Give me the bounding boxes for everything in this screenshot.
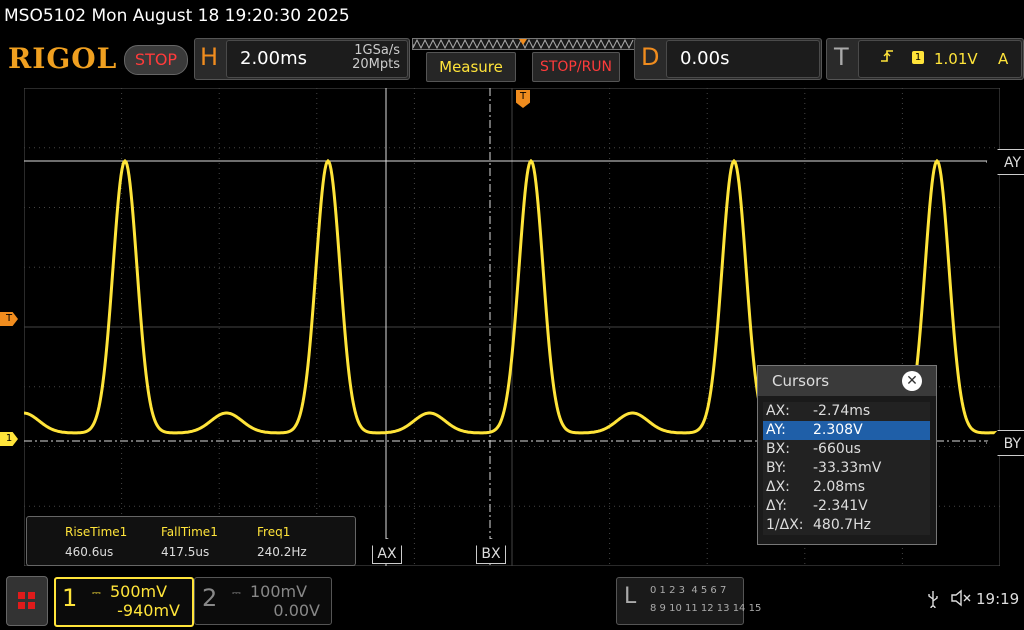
sample-rate: 1GSa/s: [354, 43, 400, 58]
cursor-row-value: 2.08ms: [813, 479, 866, 495]
cursor-row-by[interactable]: BY: -33.33mV: [763, 459, 930, 478]
cursor-row-key: AY:: [766, 422, 786, 438]
close-icon[interactable]: ✕: [902, 371, 922, 391]
cursor-row-key: AX:: [766, 403, 790, 419]
cursors-dialog-title: Cursors: [772, 372, 830, 390]
measure-value-falltime: 417.5us: [161, 545, 210, 559]
cursor-row-key: ΔX:: [766, 479, 790, 495]
trigger-mode: A: [998, 50, 1009, 68]
cursor-row-value: -2.341V: [813, 498, 868, 514]
channel1-scale: 500mV: [110, 582, 168, 601]
stop-run-button[interactable]: STOP/RUN: [532, 52, 620, 82]
cursor-row-key: ΔY:: [766, 498, 787, 514]
logic-channels-row1: 0 1 2 3 4 5 6 7: [650, 585, 727, 596]
menu-grid-icon[interactable]: [6, 576, 48, 626]
usb-icon: [926, 590, 940, 612]
time-scale-value: 2.00ms: [240, 48, 307, 69]
logic-channels-row2: 8 9 10 11 12 13 14 15: [650, 603, 762, 614]
measurement-panel[interactable]: RiseTime1 460.6us FallTime1 417.5us Freq…: [26, 516, 356, 566]
waveform-overview-strip[interactable]: [412, 38, 636, 50]
channel1-ground-marker[interactable]: 1: [0, 432, 18, 446]
cursor-row-bx[interactable]: BX: -660us: [763, 440, 930, 459]
trigger-source-badge: 1: [912, 51, 924, 64]
dc-coupling-icon: ⎓: [232, 586, 241, 599]
channel1-number: 1: [62, 584, 78, 612]
cursor-row-value: -33.33mV: [813, 460, 882, 476]
overview-pattern: [413, 39, 634, 49]
memory-depth: 20Mpts: [352, 57, 400, 72]
trigger-label: T: [834, 43, 849, 71]
cursors-dialog[interactable]: Cursors ✕ AX: -2.74ms AY: 2.308V BX: -660us…: [757, 365, 937, 545]
horizontal-label: H: [200, 43, 219, 71]
cursor-row-key: BY:: [766, 460, 787, 476]
measure-value-risetime: 460.6us: [65, 545, 114, 559]
logic-label: L: [624, 584, 637, 609]
measure-value-freq: 240.2Hz: [257, 545, 307, 559]
measure-label-freq: Freq1: [257, 525, 291, 539]
cursor-row-inv-dx[interactable]: 1/ΔX: 480.7Hz: [763, 516, 930, 535]
rising-edge-icon: [880, 48, 894, 67]
channel1-offset: -940mV: [117, 601, 180, 620]
measure-label-falltime: FallTime1: [161, 525, 218, 539]
cursor-row-value: -660us: [813, 441, 861, 457]
cursor-row-key: BX:: [766, 441, 790, 457]
cursor-row-ay[interactable]: AY: 2.308V: [763, 421, 930, 440]
speaker-muted-icon[interactable]: [950, 589, 972, 612]
channel2-offset: 0.00V: [273, 601, 320, 620]
measure-label-risetime: RiseTime1: [65, 525, 128, 539]
cursor-row-value: -2.74ms: [813, 403, 871, 419]
measure-button[interactable]: Measure: [426, 52, 516, 82]
cursor-row-value: 480.7Hz: [813, 517, 871, 533]
delay-label: D: [641, 43, 660, 71]
dc-coupling-icon: ⎓: [92, 586, 101, 599]
delay-value: 0.00s: [680, 48, 730, 69]
run-state-button[interactable]: STOP: [124, 45, 188, 75]
cursor-row-dx[interactable]: ΔX: 2.08ms: [763, 478, 930, 497]
window-title: MSO5102 Mon August 18 19:20:30 2025: [4, 6, 350, 26]
trigger-level: 1.01V: [934, 50, 978, 68]
cursor-row-key: 1/ΔX:: [766, 517, 804, 533]
cursor-row-value: 2.308V: [813, 422, 863, 438]
clock: 19:19: [976, 590, 1020, 608]
cursor-row-dy[interactable]: ΔY: -2.341V: [763, 497, 930, 516]
channel2-scale: 100mV: [250, 582, 308, 601]
trigger-level-marker[interactable]: T: [0, 312, 18, 326]
rigol-logo: RIGOL: [8, 42, 118, 75]
cursor-row-ax[interactable]: AX: -2.74ms: [763, 402, 930, 421]
channel2-number: 2: [202, 584, 218, 612]
